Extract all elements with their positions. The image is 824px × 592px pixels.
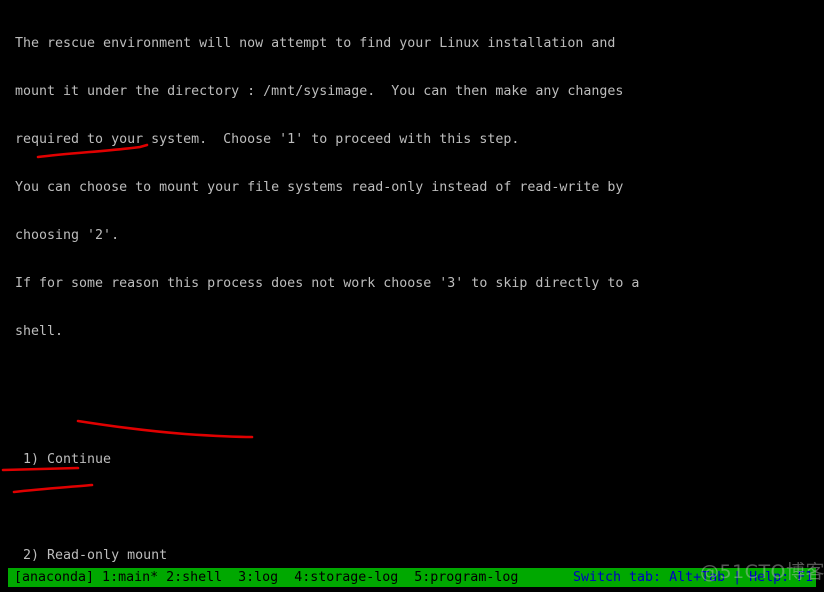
intro-line-5: choosing '2'. bbox=[15, 228, 120, 243]
terminal-screen: The rescue environment will now attempt … bbox=[0, 0, 824, 592]
intro-line-1: The rescue environment will now attempt … bbox=[15, 36, 616, 51]
menu-item-continue[interactable]: 1) Continue bbox=[15, 452, 815, 468]
intro-line-4: You can choose to mount your file system… bbox=[15, 180, 624, 195]
intro-line-2: mount it under the directory : /mnt/sysi… bbox=[15, 84, 624, 99]
status-bar-shortcuts: Switch tab: Alt+Tab | Help: F1 bbox=[573, 570, 814, 585]
status-bar-tabs[interactable]: [anaconda] 1:main* 2:shell 3:log 4:stora… bbox=[14, 568, 518, 587]
status-bar: [anaconda] 1:main* 2:shell 3:log 4:stora… bbox=[8, 568, 816, 587]
menu-item-read-only-mount[interactable]: 2) Read-only mount bbox=[15, 548, 815, 564]
intro-line-3: required to your system. Choose '1' to p… bbox=[15, 132, 520, 147]
intro-line-7: shell. bbox=[15, 324, 64, 339]
intro-line-6: If for some reason this process does not… bbox=[15, 276, 640, 291]
console-output: The rescue environment will now attempt … bbox=[15, 4, 815, 592]
